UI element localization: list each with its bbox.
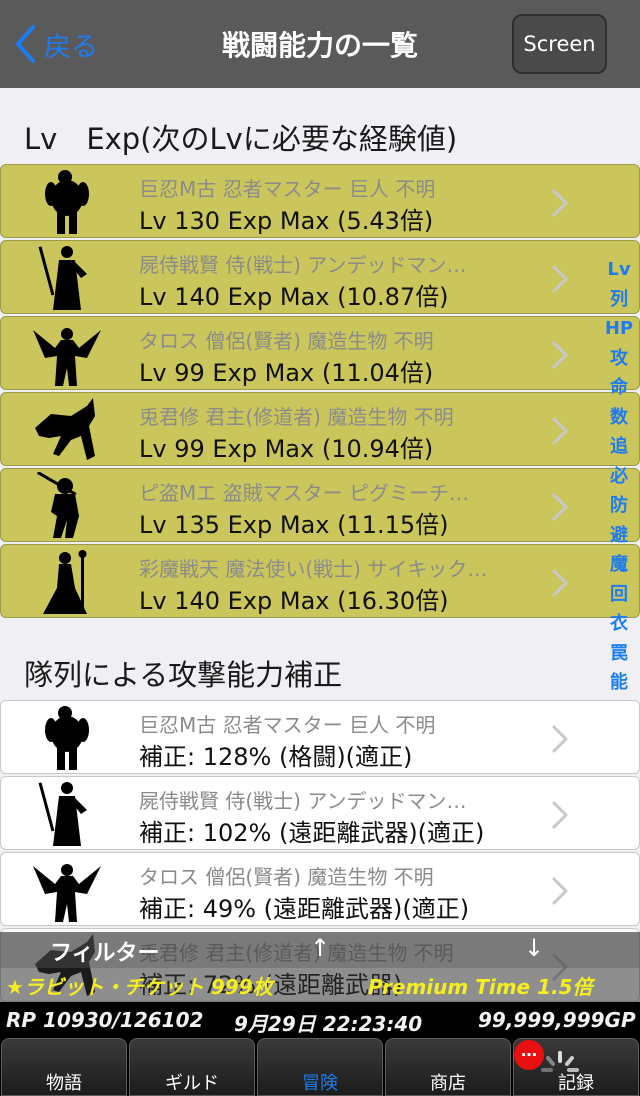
chevron-right-icon (552, 417, 568, 445)
disclosure-icon (551, 492, 569, 526)
character-description: 彩魔戦天 魔法使い(戦士) サイキック… (139, 557, 488, 581)
tab-item[interactable]: 物語 (1, 1038, 127, 1096)
disclosure-icon (551, 340, 569, 374)
exp-row[interactable]: 巨忍M古 忍者マスター 巨人 不明 Lv 130 Exp Max (5.43倍) (0, 164, 640, 238)
index-item[interactable]: 攻 (604, 344, 634, 374)
index-item[interactable]: 衣 (604, 609, 634, 639)
chevron-right-icon (552, 493, 568, 521)
index-item[interactable]: 魔 (604, 550, 634, 580)
chevron-right-icon (552, 341, 568, 369)
filter-button[interactable]: フィルター (50, 935, 160, 967)
index-item[interactable]: 数 (604, 403, 634, 433)
chevron-right-icon (552, 189, 568, 217)
character-silhouette-icon (35, 398, 95, 460)
disclosure-icon (551, 264, 569, 298)
section-header-exp: Lv Exp(次のLvに必要な経験値) (24, 122, 458, 156)
index-item[interactable]: 必 (604, 462, 634, 492)
index-item[interactable]: 罠 (604, 639, 634, 669)
disclosure-icon (551, 876, 569, 910)
character-silhouette-icon (38, 782, 87, 846)
character-description: タロス 僧侶(賢者) 魔造生物 不明 (139, 865, 434, 889)
character-description: 巨忍M古 忍者マスター 巨人 不明 (139, 713, 436, 737)
disclosure-icon (551, 800, 569, 834)
screen-button[interactable]: Screen (512, 14, 607, 74)
scroll-up-arrow-icon[interactable]: ↑ (310, 934, 330, 962)
index-item[interactable]: HP (604, 314, 634, 344)
rabbit-ticket-count: ★ラビット・チケット 999枚 (6, 975, 273, 999)
character-silhouette-icon (43, 550, 87, 614)
filter-bar: フィルター ↑ ↓ (0, 932, 640, 968)
character-description: 巨忍M古 忍者マスター 巨人 不明 (139, 177, 436, 201)
section-index: Lv 列 HP 攻命数追必防避魔回衣罠能 (604, 255, 634, 698)
exp-value: Lv 140 Exp Max (10.87倍) (139, 283, 449, 311)
loading-spinner-icon (541, 1051, 579, 1072)
attack-row[interactable]: 巨忍M古 忍者マスター 巨人 不明補正: 128% (格闘)(適正) (0, 700, 640, 774)
attack-row[interactable]: 屍侍戦賢 侍(戦士) アンデッドマン… 補正: 102% (遠距離武器)(適正) (0, 776, 640, 850)
exp-value: Lv 99 Exp Max (11.04倍) (139, 359, 434, 387)
exp-row[interactable]: タロス 僧侶(賢者) 魔造生物 不明 Lv 99 Exp Max (11.04倍) (0, 316, 640, 390)
attack-value: 補正: 102% (遠距離武器)(適正) (139, 819, 485, 847)
tab-item[interactable]: 冒険 (257, 1038, 383, 1096)
character-silhouette-icon (38, 246, 87, 310)
character-description: 屍侍戦賢 侍(戦士) アンデッドマン… (139, 253, 467, 277)
chevron-right-icon (552, 877, 568, 905)
index-item[interactable]: 能 (604, 668, 634, 698)
character-silhouette-icon (33, 864, 101, 922)
index-item[interactable]: 命 (604, 373, 634, 403)
exp-value: Lv 99 Exp Max (10.94倍) (139, 435, 434, 463)
exp-row[interactable]: 屍侍戦賢 侍(戦士) アンデッドマン… Lv 140 Exp Max (10.87… (0, 240, 640, 314)
character-description: 兎君修 君主(修道者) 魔造生物 不明 (139, 405, 454, 429)
character-silhouette-icon (45, 706, 89, 770)
rp-counter: RP 10930/126102 (6, 1008, 204, 1032)
chevron-right-icon (552, 725, 568, 753)
tab-item[interactable]: 商店 (385, 1038, 511, 1096)
disclosure-icon (551, 416, 569, 450)
chevron-right-icon (552, 801, 568, 829)
character-description: 屍侍戦賢 侍(戦士) アンデッドマン… (139, 789, 467, 813)
section-header-attack: 隊列による攻撃能力補正 (24, 658, 343, 692)
chevron-right-icon (552, 569, 568, 597)
status-bar: RP 10930/126102 9月29日 22:23:40 99,999,99… (0, 1002, 640, 1038)
index-item[interactable]: 追 (604, 432, 634, 462)
index-item[interactable]: Lv (604, 255, 634, 285)
exp-row[interactable]: 彩魔戦天 魔法使い(戦士) サイキック… Lv 140 Exp Max (16.3… (0, 544, 640, 618)
tab-item[interactable]: ギルド (129, 1038, 255, 1096)
character-description: タロス 僧侶(賢者) 魔造生物 不明 (139, 329, 434, 353)
character-description: ピ盗Mエ 盗賊マスター ピグミーチ… (139, 481, 469, 505)
disclosure-icon (551, 188, 569, 222)
attack-row[interactable]: タロス 僧侶(賢者) 魔造生物 不明補正: 49% (遠距離武器)(適正) (0, 852, 640, 926)
premium-time: Premium Time 1.5倍 (368, 975, 593, 999)
exp-value: Lv 140 Exp Max (16.30倍) (139, 587, 449, 615)
character-silhouette-icon (36, 472, 79, 538)
ticket-bar: ★ラビット・チケット 999枚 Premium Time 1.5倍 (0, 968, 640, 1002)
datetime: 9月29日 22:23:40 (234, 1012, 423, 1036)
chevron-right-icon (552, 265, 568, 293)
index-item[interactable]: 回 (604, 580, 634, 610)
attack-value: 補正: 49% (遠距離武器)(適正) (139, 895, 470, 923)
character-silhouette-icon (33, 328, 101, 386)
exp-row[interactable]: ピ盗Mエ 盗賊マスター ピグミーチ… Lv 135 Exp Max (11.15倍… (0, 468, 640, 542)
character-silhouette-icon (45, 170, 89, 234)
scroll-down-arrow-icon[interactable]: ↓ (524, 934, 544, 962)
disclosure-icon (551, 724, 569, 758)
exp-row[interactable]: 兎君修 君主(修道者) 魔造生物 不明 Lv 99 Exp Max (10.94倍… (0, 392, 640, 466)
attack-value: 補正: 128% (格闘)(適正) (139, 743, 413, 771)
disclosure-icon (551, 568, 569, 602)
navigation-bar: 戻る 戦闘能力の一覧 Screen (0, 0, 640, 88)
index-item[interactable]: 列 (604, 285, 634, 315)
exp-value: Lv 135 Exp Max (11.15倍) (139, 511, 449, 539)
gold-counter: 99,999,999GP (478, 1008, 636, 1032)
index-item[interactable]: 避 (604, 521, 634, 551)
exp-value: Lv 130 Exp Max (5.43倍) (139, 207, 434, 235)
index-item[interactable]: 防 (604, 491, 634, 521)
